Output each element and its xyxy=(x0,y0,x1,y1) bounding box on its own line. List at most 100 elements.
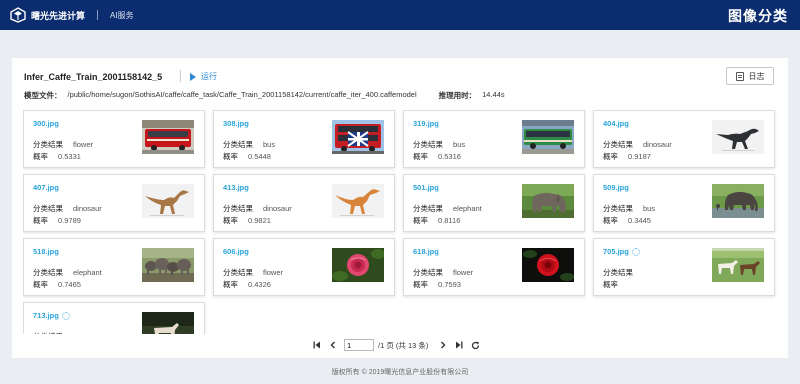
prev-page-button[interactable] xyxy=(328,339,338,351)
class-label: 分类结果 xyxy=(413,268,443,277)
probability-row: 概率 0.9187 xyxy=(603,151,651,162)
brand-divider xyxy=(97,10,99,20)
result-thumbnail[interactable] xyxy=(332,184,384,218)
classification-row: 分类结果 elephant xyxy=(413,203,482,214)
classification-row: 分类结果 flower xyxy=(33,139,93,150)
result-card[interactable]: 713.jpg分类结果概率 xyxy=(23,302,205,334)
result-card[interactable]: 404.jpg 分类结果 dinosaur 概率 0.9187 xyxy=(593,110,775,168)
class-label: 分类结果 xyxy=(223,268,253,277)
result-filename-text: 319.jpg xyxy=(413,119,439,128)
probability-label: 概率 xyxy=(603,280,618,289)
probability-row: 概率 0.4326 xyxy=(223,279,271,290)
class-label: 分类结果 xyxy=(603,140,633,149)
classification-row: 分类结果 dinosaur xyxy=(603,139,672,150)
probability-value: 0.9789 xyxy=(58,216,81,225)
log-button-label: 日志 xyxy=(748,71,765,81)
result-card[interactable]: 606.jpg 分类结果 flower 概率 0.4326 xyxy=(213,238,395,296)
result-filename[interactable]: 404.jpg xyxy=(603,119,629,128)
refresh-button[interactable] xyxy=(470,339,480,351)
result-filename[interactable]: 705.jpg xyxy=(603,247,640,256)
result-card[interactable]: 407.jpg 分类结果 dinosaur 概率 0.9789 xyxy=(23,174,205,232)
result-filename[interactable]: 713.jpg xyxy=(33,311,70,320)
model-file-path: /public/home/sugon/SothisAI/caffe/caffe_… xyxy=(67,90,417,99)
result-card[interactable]: 413.jpg 分类结果 dinosaur 概率 0.9821 xyxy=(213,174,395,232)
job-name: Infer_Caffe_Train_2001158142_5 xyxy=(24,72,163,82)
probability-row: 概率 0.5316 xyxy=(413,151,461,162)
page-number-input[interactable] xyxy=(344,339,374,351)
probability-label: 概率 xyxy=(33,280,48,289)
result-card[interactable]: 509.jpg 分类结果 bus 概率 0.3445 xyxy=(593,174,775,232)
class-value: dinosaur xyxy=(73,204,102,213)
result-thumbnail[interactable] xyxy=(142,248,194,282)
result-filename-text: 509.jpg xyxy=(603,183,629,192)
result-thumbnail[interactable] xyxy=(522,184,574,218)
first-page-button[interactable] xyxy=(312,339,322,351)
result-filename[interactable]: 518.jpg xyxy=(33,247,59,256)
probability-row: 概率 xyxy=(603,279,628,290)
next-page-button[interactable] xyxy=(438,339,448,351)
probability-row: 概率 0.8116 xyxy=(413,215,460,226)
title-divider xyxy=(180,70,181,82)
result-thumbnail[interactable] xyxy=(332,248,384,282)
probability-value: 0.5316 xyxy=(438,152,461,161)
service-name[interactable]: AI服务 xyxy=(110,10,134,21)
refresh-icon xyxy=(471,341,480,349)
document-icon xyxy=(735,71,744,81)
class-value: elephant xyxy=(453,204,482,213)
result-filename[interactable]: 501.jpg xyxy=(413,183,439,192)
result-thumbnail[interactable] xyxy=(712,120,764,154)
result-card[interactable]: 319.jpg 分类结果 bus 概率 0.5316 xyxy=(403,110,585,168)
result-filename-text: 300.jpg xyxy=(33,119,59,128)
result-thumbnail[interactable] xyxy=(522,120,574,154)
result-filename[interactable]: 413.jpg xyxy=(223,183,249,192)
result-filename-text: 618.jpg xyxy=(413,247,439,256)
run-button-label: 运行 xyxy=(201,72,217,81)
result-filename[interactable]: 618.jpg xyxy=(413,247,439,256)
result-thumbnail[interactable] xyxy=(142,184,194,218)
class-value: bus xyxy=(453,140,466,149)
last-page-button[interactable] xyxy=(454,339,464,351)
class-value: bus xyxy=(643,204,656,213)
class-label: 分类结果 xyxy=(223,140,253,149)
result-card[interactable]: 705.jpg 分类结果 概率 xyxy=(593,238,775,296)
log-button[interactable]: 日志 xyxy=(726,67,774,85)
result-filename-text: 407.jpg xyxy=(33,183,59,192)
result-thumbnail[interactable] xyxy=(522,248,574,282)
result-filename-text: 713.jpg xyxy=(33,311,59,320)
probability-label: 概率 xyxy=(413,280,428,289)
class-label: 分类结果 xyxy=(223,204,253,213)
first-page-icon xyxy=(313,341,320,349)
classification-row: 分类结果 bus xyxy=(603,203,655,214)
result-card[interactable]: 300.jpg 分类结果 flower 概率 0.5331 xyxy=(23,110,205,168)
result-thumbnail[interactable] xyxy=(712,248,764,282)
probability-value: 0.3445 xyxy=(628,216,651,225)
result-thumbnail[interactable] xyxy=(142,312,194,334)
result-filename[interactable]: 407.jpg xyxy=(33,183,59,192)
result-thumbnail[interactable] xyxy=(142,120,194,154)
result-thumbnail[interactable] xyxy=(712,184,764,218)
brand[interactable]: 曙光先进计算 AI服务 xyxy=(10,7,134,23)
result-filename[interactable]: 319.jpg xyxy=(413,119,439,128)
result-card[interactable]: 618.jpg 分类结果 flower 概率 0.7593 xyxy=(403,238,585,296)
model-file-key: 模型文件： xyxy=(24,91,62,100)
result-filename[interactable]: 300.jpg xyxy=(33,119,59,128)
result-card[interactable]: 501.jpg 分类结果 elephant 概率 0.8116 xyxy=(403,174,585,232)
result-filename[interactable]: 509.jpg xyxy=(603,183,629,192)
result-card[interactable]: 518.jpg 分类结果 elephant 概率 0.7465 xyxy=(23,238,205,296)
class-value: elephant xyxy=(73,268,102,277)
result-filename-text: 705.jpg xyxy=(603,247,629,256)
run-button[interactable]: 运行 xyxy=(190,71,217,82)
result-filename[interactable]: 606.jpg xyxy=(223,247,249,256)
probability-value: 0.4326 xyxy=(248,280,271,289)
chevron-right-icon xyxy=(441,341,446,349)
result-card[interactable]: 308.jpg 分类结果 bus 概率 0.5448 xyxy=(213,110,395,168)
result-filename-text: 413.jpg xyxy=(223,183,249,192)
sugon-logo-icon xyxy=(10,7,26,23)
result-thumbnail[interactable] xyxy=(332,120,384,154)
probability-label: 概率 xyxy=(223,152,238,161)
class-value: bus xyxy=(263,140,276,149)
result-filename[interactable]: 308.jpg xyxy=(223,119,249,128)
inference-time-key: 推理用时： xyxy=(438,91,477,100)
last-page-icon xyxy=(456,341,463,349)
chevron-left-icon xyxy=(330,341,335,349)
